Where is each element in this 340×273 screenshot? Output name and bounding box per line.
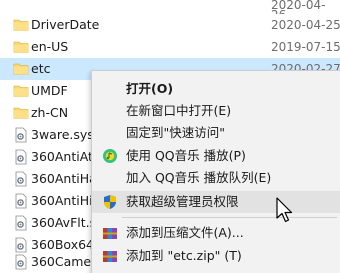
menu-item-qq-music-play[interactable]: 使用 QQ音乐 播放(P) — [92, 145, 340, 167]
system-file-icon — [15, 254, 27, 270]
folder-icon — [13, 85, 29, 97]
file-name: 360Camer — [31, 254, 97, 269]
file-name: UMDF — [31, 83, 68, 98]
system-file-icon — [15, 193, 27, 209]
file-name: 360AntiHij — [31, 193, 97, 208]
file-name: 3ware.sys — [31, 127, 94, 142]
file-date: 2020-04-25 — [271, 18, 340, 32]
menu-item-label: 在新窗口中打开(E) — [126, 103, 232, 118]
file-date: 2019-07-15 — [271, 40, 340, 54]
file-name: DriverDate — [31, 17, 100, 32]
system-file-icon — [15, 149, 27, 165]
menu-item-label: 固定到"快速访问" — [126, 125, 225, 140]
menu-item-add-to-archive[interactable]: 添加到压缩文件(A)... — [92, 222, 340, 244]
menu-item-qq-music-queue[interactable]: 加入 QQ音乐 播放队列(E) — [92, 167, 340, 189]
menu-item-open-new-window[interactable]: 在新窗口中打开(E) — [92, 100, 340, 122]
file-name: 360AntiAtt — [31, 149, 98, 164]
file-name: zh-CN — [31, 105, 69, 120]
archive-icon — [103, 251, 117, 262]
folder-icon — [13, 107, 29, 119]
qq-music-icon — [103, 149, 117, 163]
menu-item-label: 添加到 "etc.zip" (T) — [126, 248, 242, 263]
file-name: en-US — [31, 39, 69, 54]
menu-item-label: 打开(O) — [126, 81, 174, 96]
menu-separator — [122, 217, 337, 218]
context-menu: 打开(O) 在新窗口中打开(E) 固定到"快速访问" 使用 QQ音乐 播放(P)… — [91, 70, 340, 273]
explorer-viewport: 2020-04-26 DriverDate 2020-04-25 en-US 2… — [0, 0, 340, 273]
menu-item-label: 获取超级管理员权限 — [126, 194, 239, 209]
admin-shield-icon — [104, 195, 116, 209]
system-file-icon — [15, 215, 27, 231]
folder-icon — [13, 41, 29, 53]
menu-item-label: 使用 QQ音乐 播放(P) — [126, 148, 246, 163]
menu-item-open[interactable]: 打开(O) — [92, 78, 340, 100]
mouse-cursor-icon — [276, 197, 293, 223]
folder-icon — [13, 19, 29, 31]
file-name: 360AntiHa — [31, 171, 97, 186]
file-row-en-us[interactable]: en-US 2019-07-15 — [0, 36, 340, 58]
file-name: etc — [31, 61, 51, 76]
system-file-icon — [15, 171, 27, 187]
menu-item-label: 加入 QQ音乐 播放队列(E) — [126, 170, 272, 185]
menu-item-add-to-etc-zip[interactable]: 添加到 "etc.zip" (T) — [92, 245, 340, 267]
archive-icon — [103, 228, 117, 239]
menu-item-pin-quick-access[interactable]: 固定到"快速访问" — [92, 122, 340, 144]
system-file-icon — [15, 127, 27, 143]
menu-item-label: 添加到压缩文件(A)... — [126, 225, 244, 240]
file-date-partial: 2020-04-26 — [271, 0, 326, 14]
folder-icon — [13, 63, 29, 75]
file-row-driverdate[interactable]: DriverDate 2020-04-25 — [0, 14, 340, 36]
menu-item-get-admin-rights[interactable]: 获取超级管理员权限 — [92, 191, 340, 213]
